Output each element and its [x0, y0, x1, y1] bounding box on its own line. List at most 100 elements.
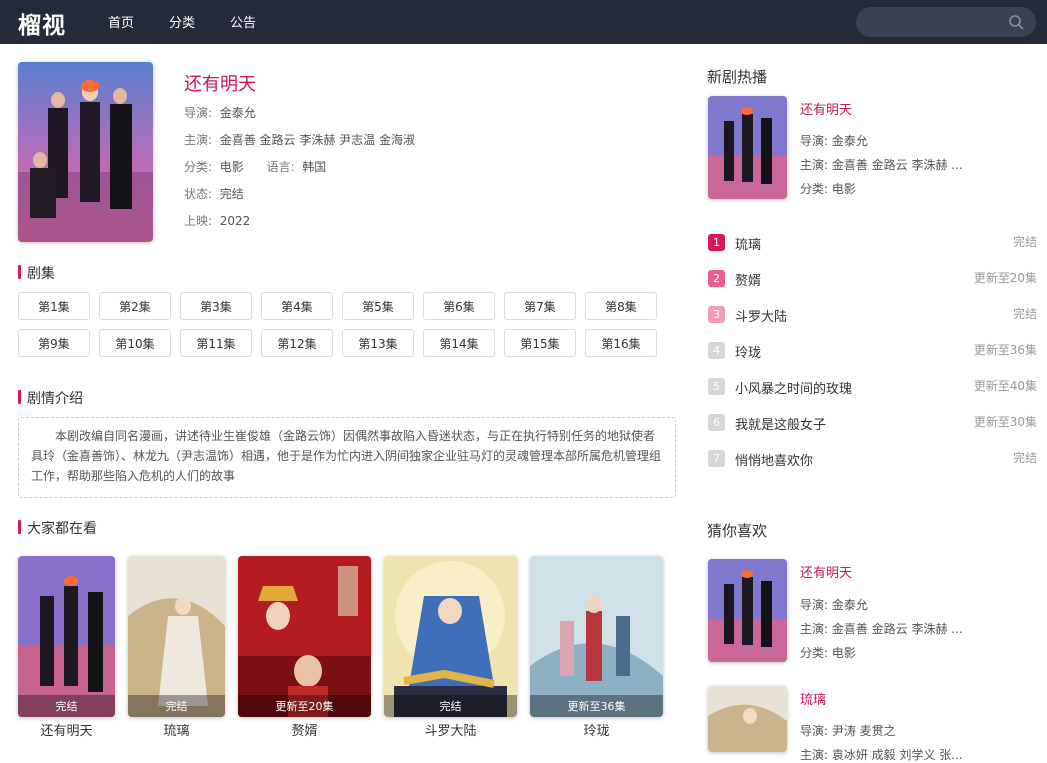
hot-feature-poster[interactable]: [708, 96, 787, 199]
rank-item[interactable]: 1 琉璃 完结: [707, 233, 1037, 253]
popular-card-title[interactable]: 斗罗大陆: [384, 720, 517, 739]
guess-heading: 猜你喜欢: [707, 522, 768, 540]
hot-feature-cast: 主演: 金喜善 金路云 李洙赫 ...: [800, 158, 963, 172]
rank-title[interactable]: 赘婿: [735, 270, 761, 289]
rank-title[interactable]: 悄悄地喜欢你: [735, 450, 813, 469]
director-row: 导演: 金泰允: [184, 104, 256, 121]
rank-number: 3: [708, 306, 725, 323]
detail-poster[interactable]: [18, 62, 153, 242]
category-label: 分类:: [184, 160, 213, 174]
rank-status: 完结: [1012, 451, 1037, 465]
episode-button[interactable]: 第14集: [423, 329, 495, 357]
episode-button[interactable]: 第7集: [504, 292, 576, 320]
rank-title[interactable]: 小风暴之时间的玫瑰: [735, 378, 852, 397]
guess-cast: 主演: 金喜善 金路云 李洙赫 ...: [800, 622, 963, 636]
nav-home[interactable]: 首页: [108, 12, 134, 31]
status-row: 状态: 完结: [184, 185, 244, 202]
rank-item[interactable]: 3 斗罗大陆 完结: [707, 305, 1037, 325]
episode-button[interactable]: 第1集: [18, 292, 90, 320]
popular-card-poster[interactable]: 完结: [128, 556, 225, 717]
popular-card-badge: 更新至20集: [238, 695, 371, 717]
rank-title[interactable]: 我就是这般女子: [735, 414, 826, 433]
year-label: 上映:: [184, 214, 213, 228]
category-row: 分类: 电影 语言: 韩国: [184, 158, 326, 175]
guess-director: 导演: 尹涛 麦贯之: [800, 724, 896, 738]
nav-category[interactable]: 分类: [169, 12, 195, 31]
rank-item[interactable]: 6 我就是这般女子 更新至30集: [707, 413, 1037, 433]
popular-card-poster[interactable]: 完结: [18, 556, 115, 717]
guess-poster[interactable]: [708, 559, 787, 662]
rank-number: 1: [708, 234, 725, 251]
episode-button[interactable]: 第11集: [180, 329, 252, 357]
year-row: 上映: 2022: [184, 212, 250, 229]
rank-status: 更新至30集: [973, 415, 1037, 429]
rank-title[interactable]: 琉璃: [735, 234, 761, 253]
rank-title[interactable]: 斗罗大陆: [735, 306, 787, 325]
director-value: 金泰允: [219, 106, 256, 120]
popular-card-title[interactable]: 琉璃: [128, 720, 225, 739]
guess-poster[interactable]: [708, 686, 787, 752]
category-value: 电影: [219, 160, 244, 174]
search-input[interactable]: [856, 7, 1036, 37]
rank-number: 2: [708, 270, 725, 287]
popular-card-title[interactable]: 赘婿: [238, 720, 371, 739]
episode-button[interactable]: 第9集: [18, 329, 90, 357]
popular-card-badge: 完结: [128, 695, 225, 717]
hot-feature-category: 分类: 电影: [800, 182, 856, 196]
hot-heading: 新剧热播: [707, 68, 768, 86]
rank-item[interactable]: 5 小风暴之时间的玫瑰 更新至40集: [707, 377, 1037, 397]
rank-number: 6: [708, 414, 725, 431]
rank-number: 7: [708, 450, 725, 467]
nav-announcement[interactable]: 公告: [230, 12, 256, 31]
episode-button[interactable]: 第4集: [261, 292, 333, 320]
popular-card-badge: 完结: [384, 695, 517, 717]
popular-card-badge: 更新至36集: [530, 695, 663, 717]
episode-button[interactable]: 第12集: [261, 329, 333, 357]
episode-button[interactable]: 第5集: [342, 292, 414, 320]
search-icon[interactable]: [1008, 14, 1024, 30]
status-label: 状态:: [184, 187, 213, 201]
language-label: 语言:: [266, 160, 295, 174]
popular-card-poster[interactable]: 更新至20集: [238, 556, 371, 717]
rank-number: 4: [708, 342, 725, 359]
popular-card-title[interactable]: 还有明天: [18, 720, 115, 739]
hot-feature-title[interactable]: 还有明天: [800, 99, 852, 118]
plot-heading: 剧情介绍: [18, 388, 83, 408]
cast-label: 主演:: [184, 133, 213, 147]
episode-button[interactable]: 第3集: [180, 292, 252, 320]
rank-status: 更新至20集: [973, 271, 1037, 285]
episode-button[interactable]: 第2集: [99, 292, 171, 320]
popular-card-poster[interactable]: 完结: [384, 556, 517, 717]
popular-card-title[interactable]: 玲珑: [530, 720, 663, 739]
episode-button[interactable]: 第10集: [99, 329, 171, 357]
top-navbar: 榴视 首页 分类 公告: [0, 0, 1047, 44]
plot-text: 本剧改编自同名漫画，讲述待业生崔俊雄（金路云饰）因偶然事故陷入昏迷状态，与正在执…: [18, 417, 676, 498]
site-logo[interactable]: 榴视: [18, 6, 66, 40]
guess-director: 导演: 金泰允: [800, 598, 868, 612]
episode-button[interactable]: 第15集: [504, 329, 576, 357]
cast-row: 主演: 金喜善 金路云 李洙赫 尹志温 金海淑: [184, 131, 415, 148]
status-value: 完结: [219, 187, 244, 201]
rank-status: 完结: [1012, 235, 1037, 249]
rank-number: 5: [708, 378, 725, 395]
hot-feature-director: 导演: 金泰允: [800, 134, 868, 148]
rank-item[interactable]: 4 玲珑 更新至36集: [707, 341, 1037, 361]
cast-value: 金喜善 金路云 李洙赫 尹志温 金海淑: [219, 133, 415, 147]
episode-button[interactable]: 第13集: [342, 329, 414, 357]
guess-cast: 主演: 袁冰妍 成毅 刘学义 张...: [800, 748, 963, 762]
rank-status: 更新至40集: [973, 379, 1037, 393]
episode-button[interactable]: 第6集: [423, 292, 495, 320]
rank-title[interactable]: 玲珑: [735, 342, 761, 361]
episode-button[interactable]: 第16集: [585, 329, 657, 357]
rank-item[interactable]: 2 赘婿 更新至20集: [707, 269, 1037, 289]
rank-status: 完结: [1012, 307, 1037, 321]
episode-button[interactable]: 第8集: [585, 292, 657, 320]
language-value: 韩国: [302, 160, 327, 174]
show-title: 还有明天: [184, 74, 256, 95]
year-value: 2022: [219, 214, 251, 228]
popular-card-poster[interactable]: 更新至36集: [530, 556, 663, 717]
director-label: 导演:: [184, 106, 213, 120]
guess-title[interactable]: 琉璃: [800, 689, 826, 708]
rank-item[interactable]: 7 悄悄地喜欢你 完结: [707, 449, 1037, 469]
guess-title[interactable]: 还有明天: [800, 562, 852, 581]
